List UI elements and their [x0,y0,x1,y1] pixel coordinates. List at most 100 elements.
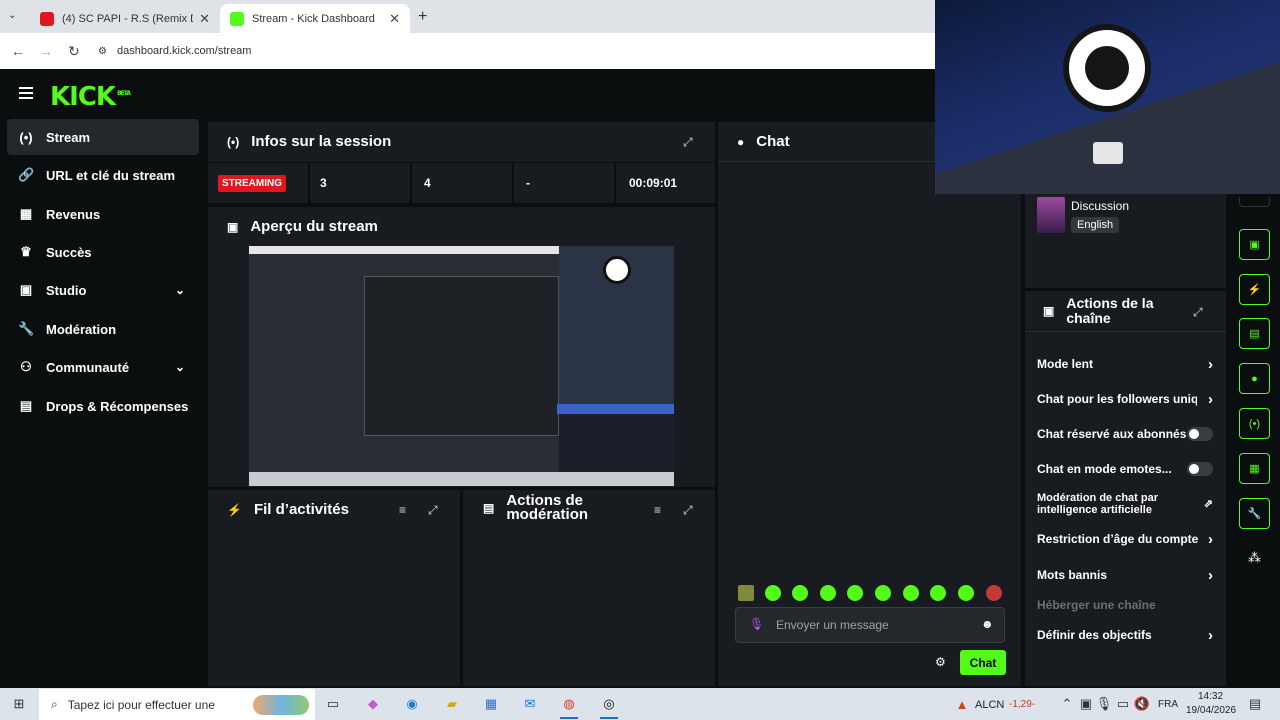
action-subscribers-only[interactable]: Chat réservé aux abonnés [1037,426,1213,442]
rail-modactions-button[interactable]: ▤ [1239,318,1270,349]
notifications-icon[interactable]: ▤ [1245,694,1265,714]
obs-taskbar-icon[interactable]: ◎ [599,694,619,714]
category-thumbnail[interactable] [1037,197,1065,233]
chart-icon: ▦ [19,206,33,221]
emote-icon[interactable] [738,585,754,601]
category-name[interactable]: Discussion [1071,199,1129,213]
filter-icon[interactable]: ≡ [399,503,406,517]
rail-session-button[interactable]: ▣ [1239,229,1270,260]
new-tab-button[interactable]: + [418,8,427,26]
chrome-icon[interactable]: ◍ [559,694,579,714]
subscribers-only-toggle[interactable] [1187,427,1213,441]
sidebar-item-achievements[interactable]: ♛ Succès [7,234,199,270]
action-followers-only[interactable]: Chat pour les followers uniqu › [1037,391,1213,408]
volume-icon[interactable]: 🔇 [1132,694,1152,714]
site-info-icon[interactable]: ⚙ [98,46,107,57]
close-tab-icon[interactable]: ✕ [199,11,210,27]
copilot-icon[interactable]: ◆ [363,694,383,714]
emote-icon[interactable] [792,585,808,601]
action-slow-mode[interactable]: Mode lent › [1037,355,1213,373]
action-age-restriction[interactable]: Restriction d’âge du compte › [1037,531,1213,548]
tab-youtube[interactable]: (4) SC PAPI - R.S (Remix Dj Mac ✕ [30,4,220,33]
filter-icon[interactable]: ≡ [654,503,661,517]
file-explorer-icon[interactable]: ▰ [442,694,462,714]
clock-time[interactable]: 14:32 [1198,691,1223,702]
emote-icon[interactable] [847,585,863,601]
sidebar-item-community[interactable]: ⚇ Communauté ⌄ [7,349,199,385]
emote-icon[interactable] [820,585,836,601]
emoji-icon[interactable]: ☻ [981,617,994,631]
chat-send-button[interactable]: Chat [960,650,1006,675]
expand-icon[interactable]: ⤢ [683,135,693,150]
emote-icon[interactable] [986,585,1002,601]
action-emote-mode[interactable]: Chat en mode emotes... [1037,461,1213,477]
sidebar-item-drops[interactable]: ▤ Drops & Récompenses [7,388,199,424]
chevron-down-icon: ⌄ [174,360,185,374]
show-hidden-icons[interactable]: ⌃ [1057,694,1077,714]
action-banned-words[interactable]: Mots bannis › [1037,567,1213,584]
chat-divider [718,161,935,162]
expand-icon[interactable]: ⤢ [1193,305,1203,320]
rail-activity-button[interactable]: ⚡ [1239,274,1270,305]
rail-chat-button[interactable]: ● [1239,363,1270,394]
rail-add-widget-icon[interactable]: ⁂ [1248,550,1261,566]
emote-icon[interactable] [765,585,781,601]
clock-date[interactable]: 19/04/2026 [1186,705,1236,716]
expand-icon[interactable]: ⤢ [683,503,693,518]
emote-icon[interactable] [930,585,946,601]
url-field[interactable]: ⚙ dashboard.kick.com/stream [98,45,251,57]
microphone-icon[interactable]: 🎙 [1094,694,1114,714]
sidebar-item-url[interactable]: 🔗 URL et clé du stream [7,157,199,193]
back-icon[interactable]: ← [4,43,32,59]
rail-channel-button[interactable]: ▦ [1239,453,1270,484]
chat-panel [718,122,1021,686]
address-bar: ← → ↻ ⚙ dashboard.kick.com/stream [0,33,935,69]
sidebar-item-stream[interactable]: (•) Stream [7,119,199,155]
kick-logo[interactable]: KICK BETA [50,82,131,112]
reload-icon[interactable]: ↻ [60,43,88,60]
rail-collapse-button[interactable] [1239,197,1270,207]
action-set-goals[interactable]: Définir des objectifs › [1037,627,1213,644]
activity-panel-title: ⚡ Fil d’activités [227,501,349,518]
tab-kick[interactable]: Stream - Kick Dashboard ✕ [220,4,410,33]
camera-icon[interactable]: ▣ [1076,694,1096,714]
stream-preview[interactable] [249,246,674,486]
close-tab-icon[interactable]: ✕ [389,11,400,27]
stock-ticker[interactable]: ALCN [975,699,1004,711]
rail-broadcast-button[interactable]: (•) [1239,408,1270,439]
rail-tools-button[interactable]: 🔧 [1239,498,1270,529]
microphone-icon[interactable]: 🎙 [749,617,764,631]
emote-mode-toggle[interactable] [1187,462,1213,476]
chat-input[interactable]: 🎙 Envoyer un message ☻ [735,607,1005,643]
store-icon[interactable]: ▦ [481,694,501,714]
emote-icon[interactable] [875,585,891,601]
forward-icon[interactable]: → [32,43,60,59]
mail-icon[interactable]: ✉ [520,694,540,714]
preview-panel-title: ▣ Aperçu du stream [227,218,378,235]
task-view-icon[interactable]: ▭ [323,694,343,714]
chat-icon: ● [737,134,745,149]
network-icon[interactable]: ▭ [1113,694,1133,714]
sidebar-item-revenue[interactable]: ▦ Revenus [7,196,199,232]
chevron-right-icon: › [1208,355,1213,373]
action-ai-moderation[interactable]: Modération de chat par intelligence arti… [1037,492,1213,516]
lightning-icon: ⚡ [227,502,242,517]
obs-active-indicator [600,717,618,719]
emote-icon[interactable] [903,585,919,601]
sidebar-item-studio[interactable]: ▣ Studio ⌄ [7,272,199,308]
dash-cell: - [514,163,614,203]
uptime-cell: 00:09:01 [616,163,715,203]
windows-start-icon[interactable]: ⊞ [9,694,29,714]
sidebar-item-moderation[interactable]: 🔧 Modération [7,311,199,347]
channel-actions-divider [1025,331,1226,332]
language-indicator[interactable]: FRA [1158,699,1178,710]
obs-logo-icon [603,256,631,284]
tab-list-button[interactable]: ⌄ [8,10,16,21]
expand-icon[interactable]: ⤢ [428,503,438,518]
edge-icon[interactable]: ◉ [402,694,422,714]
emote-icon[interactable] [958,585,974,601]
taskbar-search[interactable]: ⌕ Tapez ici pour effectuer une [39,689,315,720]
chat-settings-icon[interactable]: ⚙ [935,655,946,669]
menu-icon[interactable] [19,87,33,99]
chat-title: ● Chat [737,133,790,150]
